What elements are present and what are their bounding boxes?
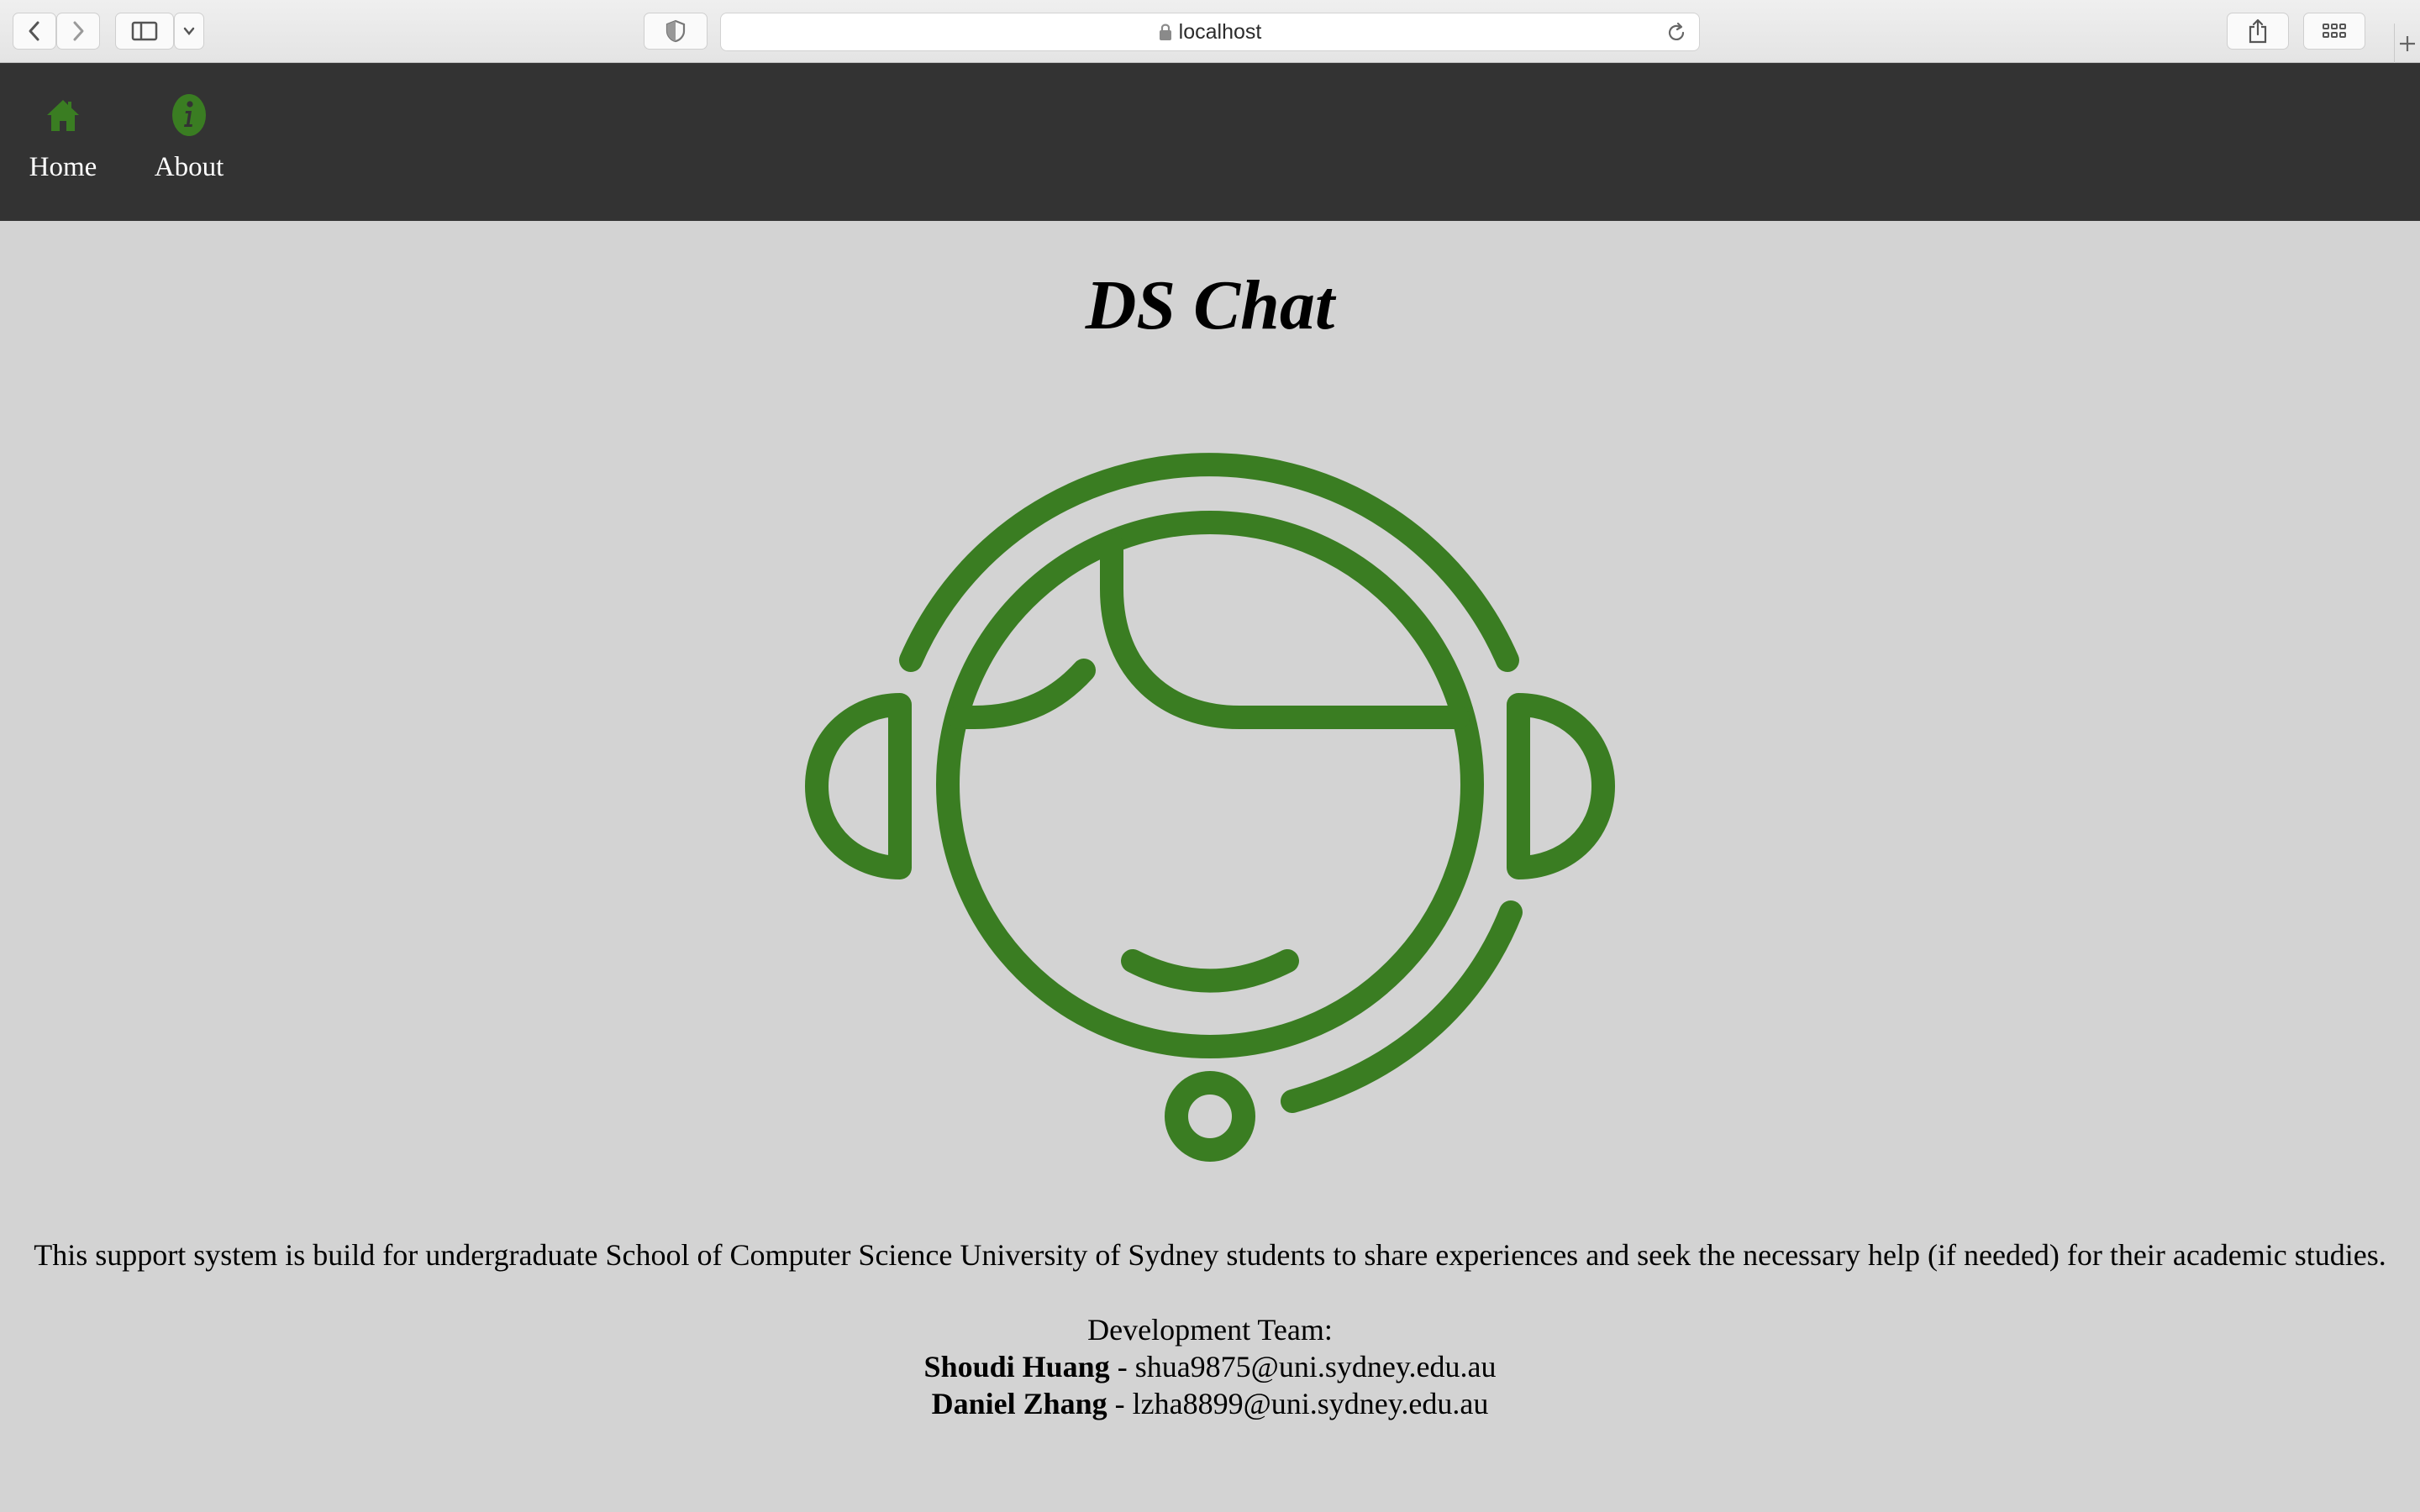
plus-icon	[2400, 35, 2415, 51]
reload-icon[interactable]	[1665, 22, 1687, 44]
lock-icon	[1159, 24, 1171, 40]
page-title: DS Chat	[1085, 266, 1335, 344]
description-text: This support system is build for undergr…	[34, 1238, 2386, 1272]
member-separator: -	[1109, 1350, 1135, 1383]
privacy-report-button[interactable]	[644, 13, 708, 50]
back-button[interactable]	[13, 13, 56, 50]
chevron-right-icon	[73, 21, 84, 41]
url-text: localhost	[1178, 19, 1262, 44]
address-bar[interactable]: localhost	[720, 13, 1700, 51]
development-team: Development Team: Shoudi Huang - shua987…	[0, 1311, 2420, 1422]
tab-overview-button[interactable]	[2303, 13, 2365, 50]
team-heading: Development Team:	[1087, 1313, 1333, 1347]
shield-icon	[666, 19, 686, 43]
team-member: Daniel Zhang - lzha8899@uni.sydney.edu.a…	[0, 1385, 2420, 1422]
member-separator: -	[1107, 1387, 1133, 1420]
home-icon	[47, 100, 79, 131]
forward-button[interactable]	[56, 13, 100, 50]
member-name: Shoudi Huang	[923, 1350, 1110, 1383]
team-member: Shoudi Huang - shua9875@uni.sydney.edu.a…	[0, 1348, 2420, 1385]
grid-icon	[2323, 24, 2346, 38]
sidebar-button[interactable]	[115, 13, 174, 50]
share-button[interactable]	[2227, 13, 2289, 50]
nav-item-label: Home	[29, 152, 97, 182]
member-name: Daniel Zhang	[931, 1387, 1107, 1420]
sidebar-menu-button[interactable]	[174, 13, 204, 50]
share-icon	[2249, 18, 2267, 44]
nav-item-label: About	[154, 152, 224, 182]
info-icon	[172, 94, 206, 136]
nav-item-home[interactable]: Home	[8, 80, 118, 206]
support-agent-headset-icon	[805, 453, 1615, 1162]
member-email: lzha8899@uni.sydney.edu.au	[1132, 1387, 1489, 1420]
browser-toolbar: localhost	[0, 0, 2420, 63]
chevron-down-icon	[183, 27, 195, 35]
member-email: shua9875@uni.sydney.edu.au	[1134, 1350, 1497, 1383]
top-navigation: Home About	[0, 63, 2420, 221]
new-tab-button[interactable]	[2394, 24, 2420, 63]
sidebar-icon	[131, 21, 158, 41]
chevron-left-icon	[29, 21, 39, 41]
nav-item-about[interactable]: About	[134, 80, 244, 206]
main-content: DS Chat This support system is build for…	[0, 221, 2420, 1512]
